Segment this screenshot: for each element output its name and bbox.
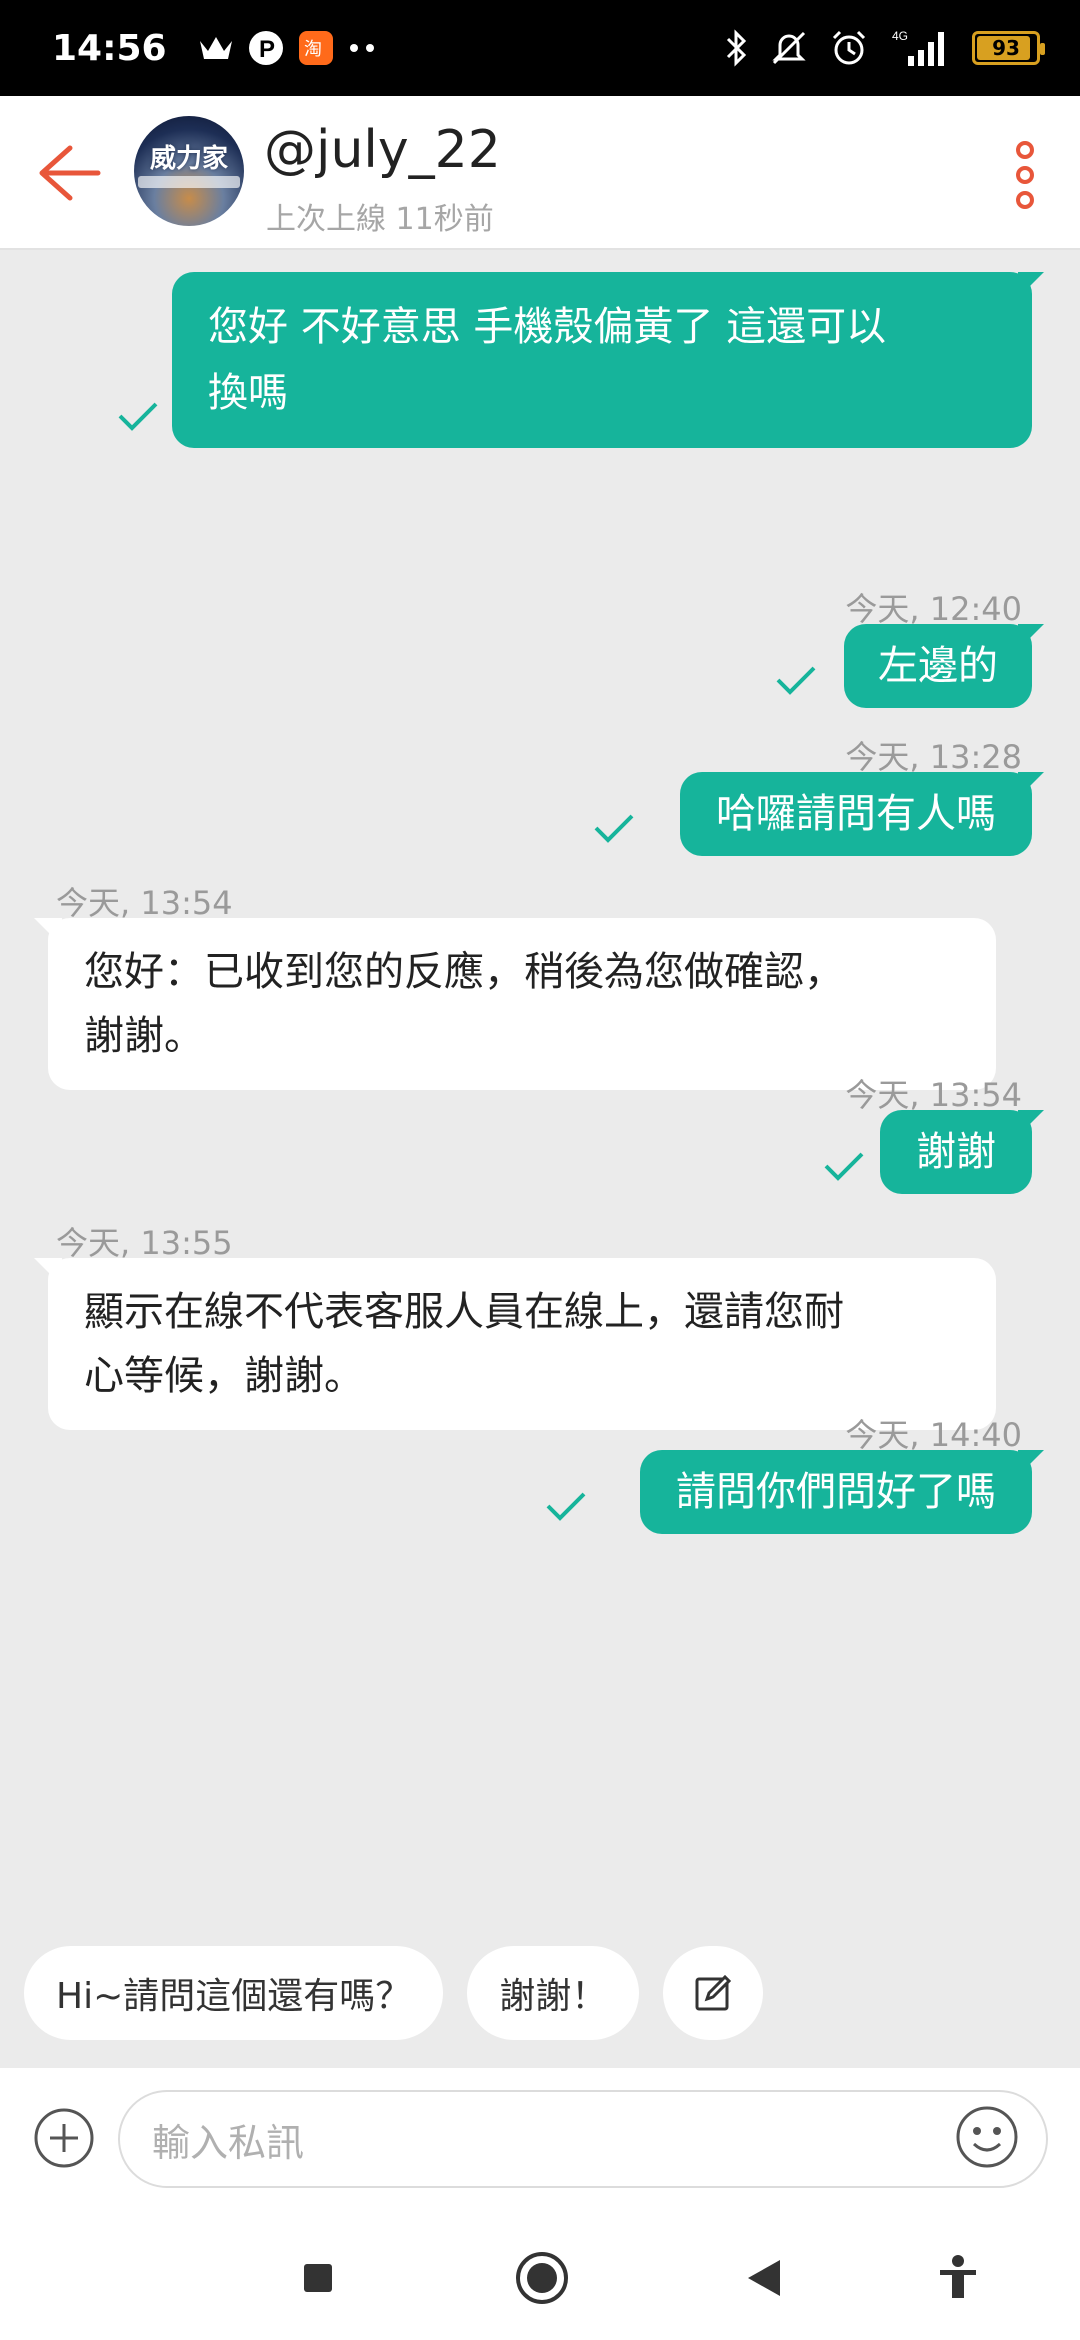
sent-check-icon <box>594 814 634 843</box>
message-text: 請問你們問好了嗎 <box>676 1469 996 1515</box>
message-bubble-outgoing[interactable]: 哈囉請問有人嗎 <box>680 772 1044 856</box>
home-button[interactable] <box>514 2250 570 2306</box>
sent-check-icon <box>118 402 158 431</box>
taobao-app-icon: 淘 <box>299 31 333 65</box>
avatar-logo-banner <box>138 176 240 188</box>
last-online-status: 上次上線 11秒前 <box>266 202 494 237</box>
status-bar: 14:56 P 淘 4G 93 <box>0 0 1080 96</box>
message-text-line: 顯示在線不代表客服人員在線上，還請您耐 <box>84 1289 844 1335</box>
quick-reply-chip[interactable]: 謝謝！ <box>467 1946 640 2040</box>
quick-replies: Hi~請問這個還有嗎？ 謝謝！ <box>24 1946 764 2040</box>
avatar[interactable]: 威力家 <box>134 116 244 226</box>
message-text-line: 您好：已收到您的反應，稍後為您做確認， <box>84 949 844 995</box>
message-text: 哈囉請問有人嗎 <box>716 791 996 837</box>
message-text-line: 您好 不好意思 手機殼偏黃了 這還可以 <box>208 304 887 350</box>
edit-quick-replies-button[interactable] <box>663 1946 764 2040</box>
avatar-logo-text: 威力家 <box>149 144 228 174</box>
battery-icon: 93 <box>972 31 1045 65</box>
chat-messages[interactable]: 您好 不好意思 手機殼偏黃了 這還可以 換嗎 今天, 12:40 左邊的 今天,… <box>0 250 1080 1930</box>
message-text: 謝謝 <box>916 1129 996 1175</box>
square-icon <box>304 2264 332 2292</box>
parking-app-icon: P <box>249 31 283 65</box>
svg-text:4G: 4G <box>892 29 908 43</box>
sent-check-icon <box>824 1152 864 1181</box>
sent-check-icon <box>776 666 816 695</box>
message-text-line: 心等候，謝謝。 <box>84 1353 364 1399</box>
accessibility-button[interactable] <box>930 2250 986 2306</box>
crown-icon <box>200 37 232 59</box>
back-arrow-icon[interactable] <box>34 140 104 206</box>
more-options-icon[interactable] <box>1010 140 1040 210</box>
add-attachment-icon[interactable] <box>32 2106 96 2170</box>
triangle-back-icon <box>748 2260 780 2296</box>
message-text-line: 謝謝。 <box>84 1013 204 1059</box>
message-bubble-incoming[interactable]: 顯示在線不代表客服人員在線上，還請您耐 心等候，謝謝。 <box>34 1258 996 1430</box>
bluetooth-icon <box>726 29 747 67</box>
chat-username[interactable]: @july_22 <box>264 120 501 180</box>
svg-text:P: P <box>259 36 275 63</box>
notification-icons: P 淘 <box>198 30 378 66</box>
message-input[interactable]: 輸入私訊 <box>118 2090 1048 2188</box>
battery-level: 93 <box>992 36 1020 60</box>
circle-icon <box>516 2252 568 2304</box>
more-notifications-icon <box>350 44 374 52</box>
alarm-icon <box>832 30 866 65</box>
signal-4g-icon: 4G <box>892 29 944 66</box>
status-time: 14:56 <box>52 28 167 69</box>
message-bubble-outgoing[interactable]: 左邊的 <box>844 624 1044 708</box>
chat-header: 威力家 @july_22 上次上線 11秒前 <box>0 96 1080 250</box>
status-right-icons: 4G 93 <box>724 28 1045 68</box>
mute-bell-icon <box>772 31 806 65</box>
sent-check-icon <box>546 1492 586 1521</box>
message-bubble-outgoing[interactable]: 謝謝 <box>880 1110 1044 1194</box>
emoji-icon[interactable] <box>954 2104 1020 2170</box>
accessibility-icon <box>940 2255 976 2298</box>
recents-button[interactable] <box>290 2250 346 2306</box>
svg-text:淘: 淘 <box>304 39 322 60</box>
message-text-line: 換嗎 <box>208 370 288 416</box>
quick-reply-chip[interactable]: Hi~請問這個還有嗎？ <box>24 1946 444 2040</box>
edit-icon <box>695 1974 732 2011</box>
message-bubble-outgoing[interactable]: 請問你們問好了嗎 <box>640 1450 1044 1534</box>
back-button[interactable] <box>736 2250 792 2306</box>
system-nav-bar <box>0 2210 1080 2340</box>
message-bubble-outgoing[interactable]: 您好 不好意思 手機殼偏黃了 這還可以 換嗎 <box>172 272 1044 448</box>
message-bubble-incoming[interactable]: 您好：已收到您的反應，稍後為您做確認， 謝謝。 <box>34 918 996 1090</box>
message-input-bar: 輸入私訊 <box>0 2068 1080 2210</box>
message-text: 左邊的 <box>878 643 998 689</box>
